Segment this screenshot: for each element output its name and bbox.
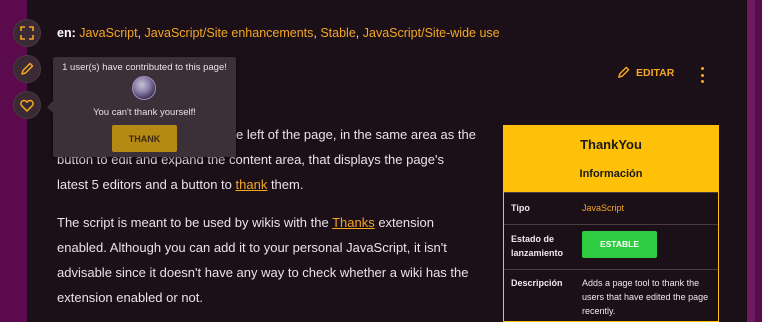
edit-tool-button[interactable] bbox=[13, 55, 41, 83]
infobox: ThankYou Información Tipo JavaScript Est… bbox=[503, 125, 719, 322]
infobox-value: Adds a page tool to thank the users that… bbox=[582, 278, 709, 316]
heart-icon bbox=[20, 99, 34, 112]
thank-tool-button[interactable] bbox=[13, 91, 41, 119]
popup-title: 1 user(s) have contributed to this page! bbox=[62, 62, 227, 73]
thanks-extension-link[interactable]: Thanks bbox=[332, 215, 375, 230]
text-line: latest 5 editors and a button to thank t… bbox=[57, 177, 304, 192]
category-link[interactable]: JavaScript/Site enhancements bbox=[145, 26, 314, 40]
infobox-value: ESTABLE bbox=[574, 225, 718, 269]
status-badge[interactable]: ESTABLE bbox=[582, 231, 657, 258]
scrollbar[interactable] bbox=[747, 0, 762, 322]
text-line: advisable since it doesn't have any way … bbox=[57, 265, 469, 280]
category-prefix: en: bbox=[57, 26, 76, 40]
category-bar: en: JavaScript, JavaScript/Site enhancem… bbox=[57, 26, 500, 40]
expand-button[interactable] bbox=[13, 19, 41, 47]
text-line: enabled. Although you can add it to your… bbox=[57, 240, 447, 255]
avatar[interactable] bbox=[132, 76, 156, 100]
pencil-icon bbox=[618, 66, 630, 78]
infobox-row: Estado de lanzamiento ESTABLE bbox=[504, 224, 718, 269]
text-line: The script is meant to be used by wikis … bbox=[57, 215, 434, 230]
article-paragraph-2: The script is meant to be used by wikis … bbox=[57, 210, 492, 310]
left-frame bbox=[0, 0, 27, 322]
edit-button[interactable]: EDITAR bbox=[617, 66, 674, 79]
category-link[interactable]: JavaScript/Site-wide use bbox=[363, 26, 500, 40]
more-options-icon[interactable] bbox=[697, 67, 707, 83]
infobox-label: Estado de lanzamiento bbox=[511, 234, 564, 258]
text-line: extension enabled or not. bbox=[57, 290, 203, 305]
edit-label: EDITAR bbox=[636, 66, 675, 79]
expand-icon bbox=[20, 26, 34, 40]
infobox-row: Descripción Adds a page tool to thank th… bbox=[504, 269, 718, 321]
scrollbar-thumb[interactable] bbox=[747, 0, 755, 322]
infobox-title: ThankYou bbox=[504, 126, 718, 163]
infobox-type-link[interactable]: JavaScript bbox=[574, 193, 718, 224]
pencil-icon bbox=[21, 62, 34, 75]
infobox-label: Descripción bbox=[511, 278, 563, 288]
infobox-row: Tipo JavaScript bbox=[504, 192, 718, 224]
thanks-popup: 1 user(s) have contributed to this page!… bbox=[47, 57, 236, 157]
thank-link[interactable]: thank bbox=[236, 177, 268, 192]
thank-button[interactable]: THANK bbox=[112, 125, 177, 152]
infobox-subtitle: Información bbox=[504, 163, 718, 192]
category-link[interactable]: Stable bbox=[320, 26, 355, 40]
category-link[interactable]: JavaScript bbox=[79, 26, 137, 40]
popup-message: You can't thank yourself! bbox=[93, 107, 196, 118]
infobox-label: Tipo bbox=[511, 203, 530, 213]
